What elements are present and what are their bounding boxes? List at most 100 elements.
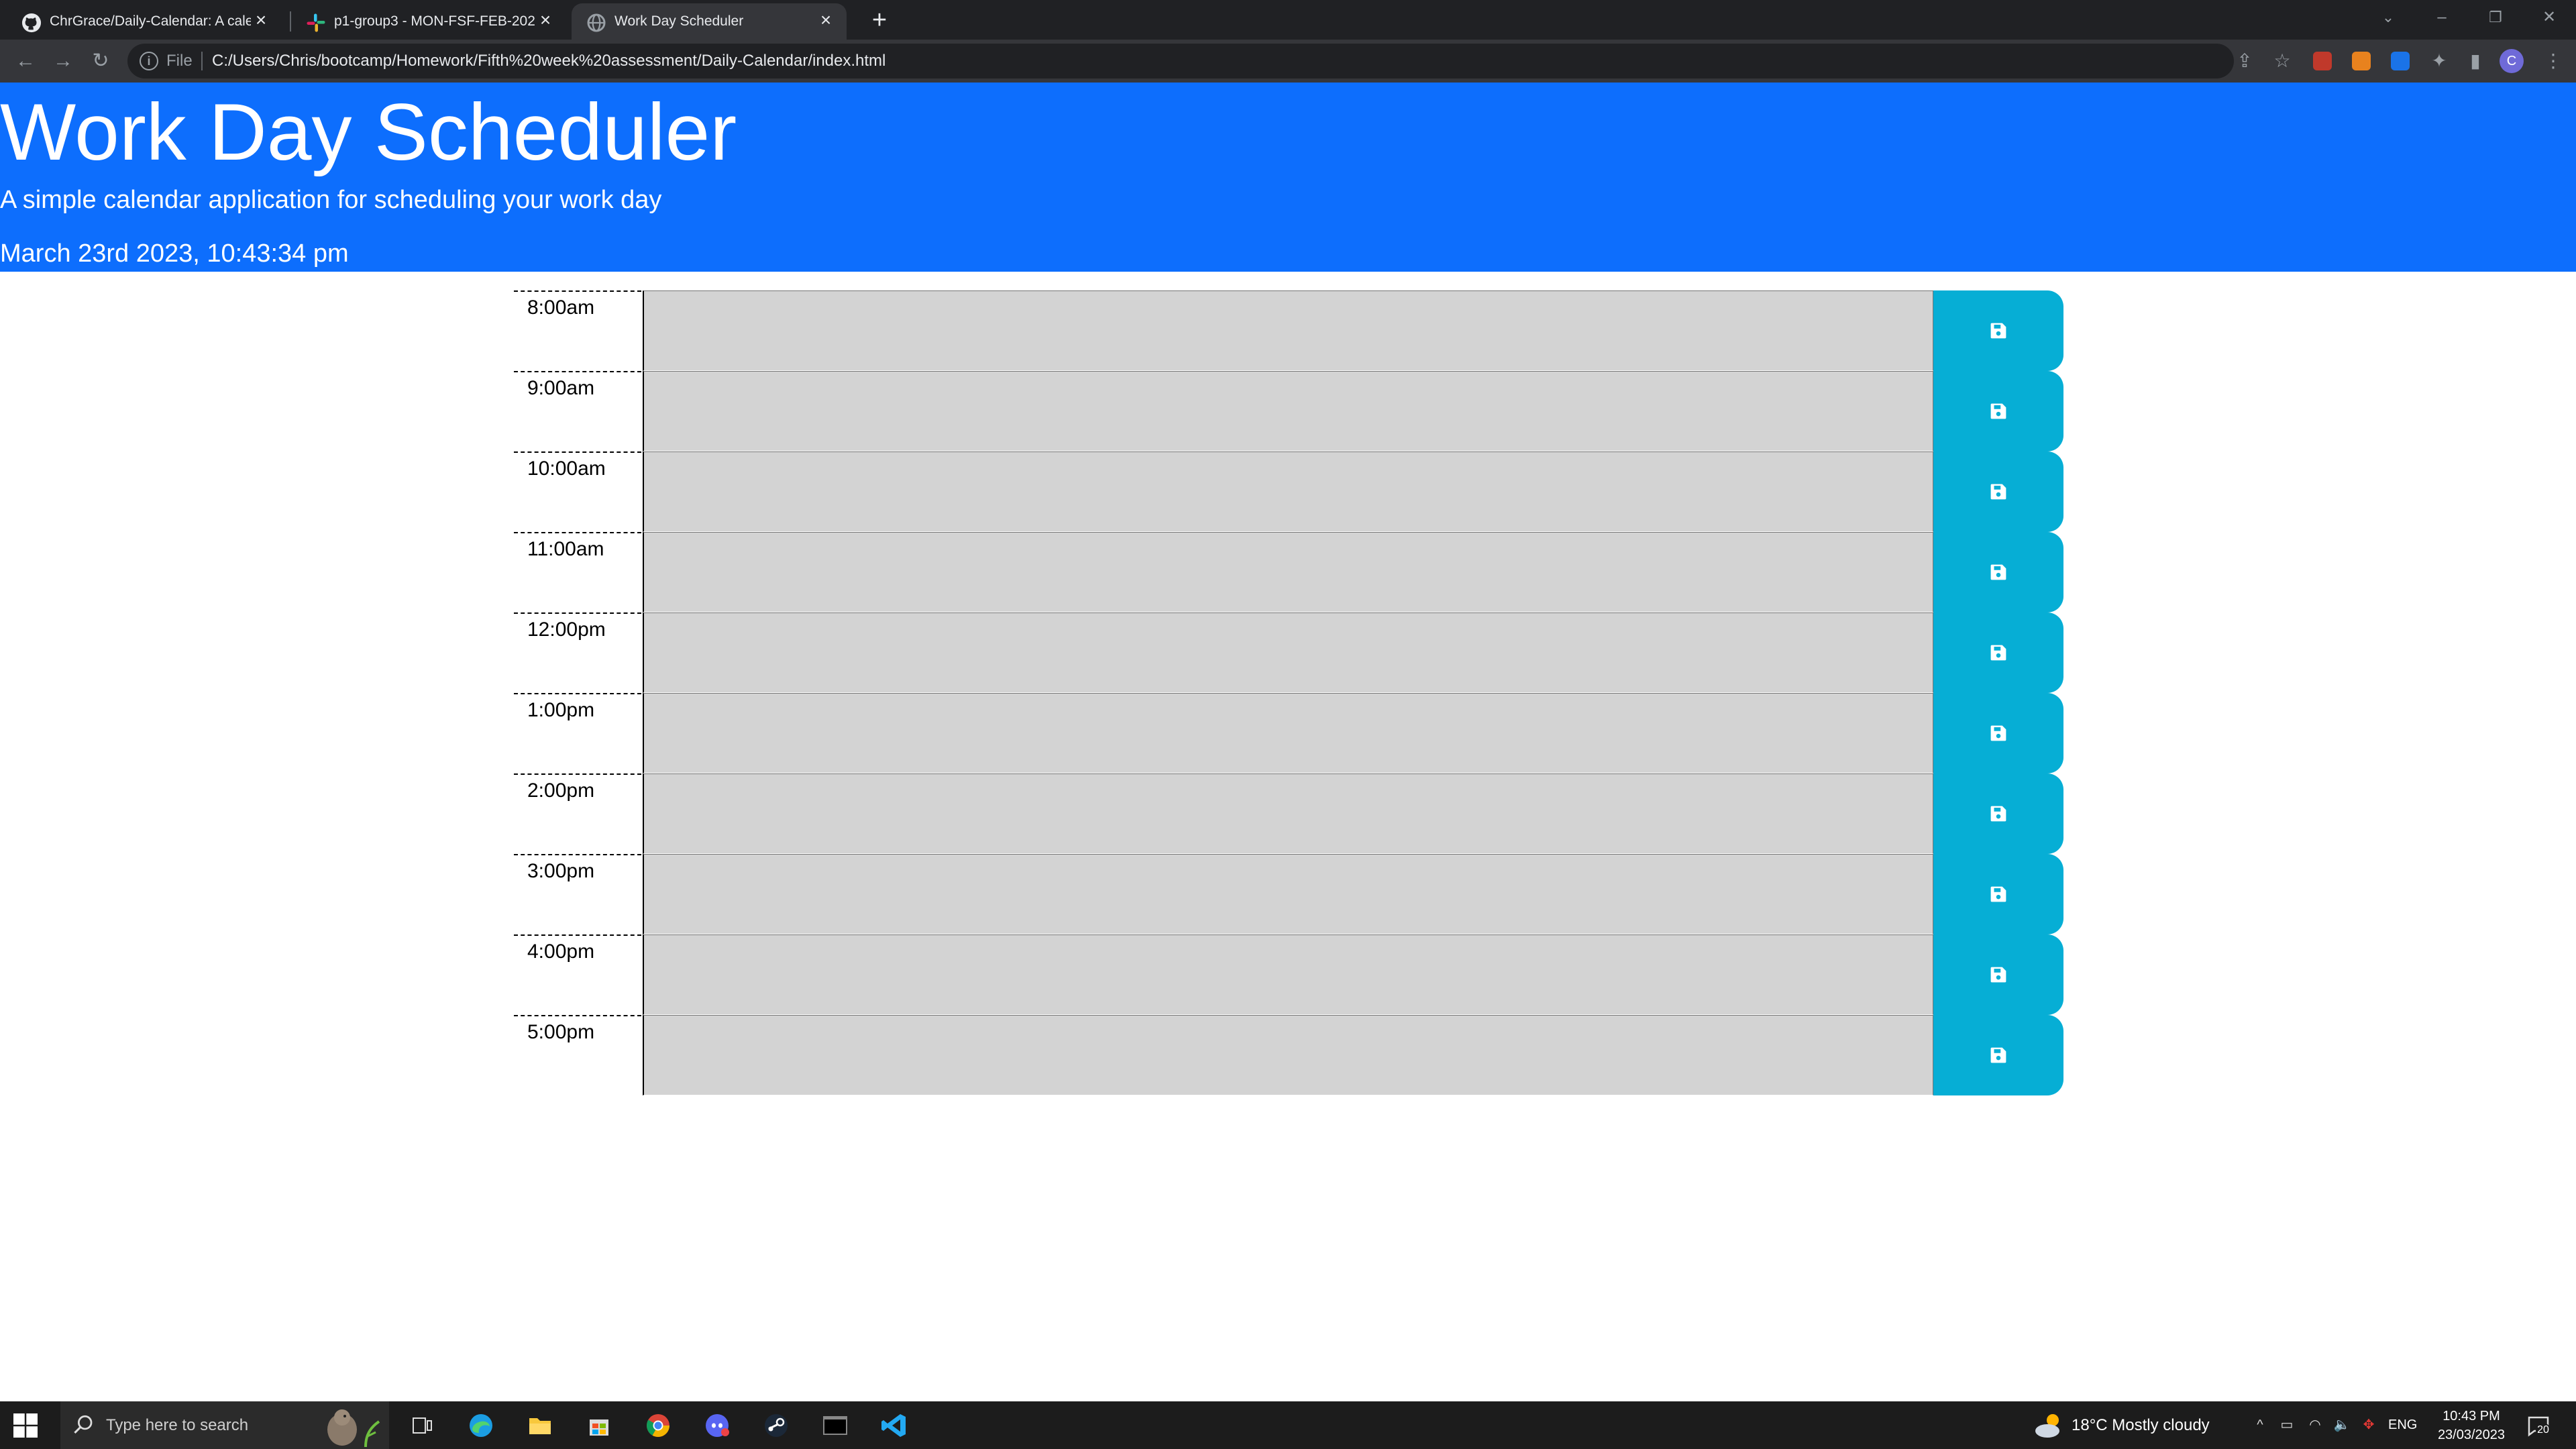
store-icon[interactable] — [582, 1409, 616, 1442]
language-indicator[interactable]: ENG — [2388, 1416, 2417, 1434]
save-icon — [1990, 1047, 2006, 1063]
hour-label: 3:00pm — [514, 854, 641, 934]
save-button[interactable] — [1933, 773, 2063, 854]
event-description-input[interactable] — [643, 371, 1933, 451]
hour-label: 10:00am — [514, 451, 641, 532]
hour-label: 2:00pm — [514, 773, 641, 854]
minimize-button[interactable]: – — [2422, 0, 2462, 40]
notification-center-button[interactable]: 20 — [2526, 1413, 2551, 1438]
address-divider — [201, 52, 203, 70]
share-icon[interactable]: ⇪ — [2234, 50, 2255, 72]
volume-icon[interactable]: 🔈 — [2333, 1416, 2351, 1434]
hour-label: 12:00pm — [514, 612, 641, 693]
extensions-puzzle-icon[interactable]: ✦ — [2428, 50, 2450, 72]
save-button[interactable] — [1933, 290, 2063, 371]
time-block-12: 12:00pm — [514, 612, 2063, 693]
tab-search-icon[interactable]: ⌄ — [2368, 0, 2408, 40]
tab-work-day-scheduler[interactable]: Work Day Scheduler × — [572, 3, 847, 40]
save-icon — [1990, 806, 2006, 822]
network-icon[interactable]: ◠ — [2306, 1416, 2324, 1434]
menu-kebab-icon[interactable]: ⋮ — [2542, 50, 2564, 72]
save-button[interactable] — [1933, 451, 2063, 532]
site-info-icon[interactable]: i — [140, 52, 158, 70]
steam-icon[interactable] — [759, 1409, 793, 1442]
browser-tab-strip: ChrGrace/Daily-Calendar: A calendar × p1… — [0, 0, 2576, 40]
browser-toolbar: ← → ↻ i File C:/Users/Chris/bootcamp/Hom… — [0, 40, 2576, 83]
hour-label: 9:00am — [514, 371, 641, 451]
hour-label: 4:00pm — [514, 934, 641, 1015]
page-title: Work Day Scheduler — [0, 87, 737, 177]
taskbar-search[interactable]: Type here to search — [60, 1401, 389, 1449]
extension-cake-icon[interactable] — [2313, 52, 2332, 70]
system-clock[interactable]: 10:43 PM 23/03/2023 — [2432, 1407, 2510, 1444]
event-description-input[interactable] — [643, 934, 1933, 1015]
event-description-input[interactable] — [643, 693, 1933, 773]
vscode-icon[interactable] — [877, 1409, 911, 1442]
profile-avatar[interactable]: C — [2500, 49, 2524, 73]
save-button[interactable] — [1933, 612, 2063, 693]
github-icon — [21, 13, 42, 33]
event-description-input[interactable] — [643, 290, 1933, 371]
event-description-input[interactable] — [643, 612, 1933, 693]
battery-icon[interactable]: ▭ — [2278, 1416, 2296, 1434]
save-button[interactable] — [1933, 934, 2063, 1015]
page-lead: A simple calendar application for schedu… — [0, 186, 662, 214]
restore-button[interactable]: ❐ — [2475, 0, 2516, 40]
event-description-input[interactable] — [643, 532, 1933, 612]
search-icon — [74, 1415, 93, 1434]
chrome-icon[interactable] — [641, 1409, 675, 1442]
close-tab-icon[interactable]: × — [816, 10, 836, 30]
current-day: March 23rd 2023, 10:43:34 pm — [0, 239, 349, 268]
event-description-input[interactable] — [643, 854, 1933, 934]
search-highlight-illustration-icon — [327, 1409, 380, 1448]
hour-label: 8:00am — [514, 290, 641, 371]
tab-slack[interactable]: p1-group3 - MON-FSF-FEB-2023 × — [291, 3, 566, 40]
time-block-9: 9:00am — [514, 371, 2063, 451]
metamask-icon[interactable] — [2352, 52, 2371, 70]
hour-label: 5:00pm — [514, 1015, 641, 1095]
event-description-input[interactable] — [643, 1015, 1933, 1095]
address-url[interactable]: C:/Users/Chris/bootcamp/Homework/Fifth%2… — [212, 52, 885, 70]
time-block-10: 10:00am — [514, 451, 2063, 532]
time-block-11: 11:00am — [514, 532, 2063, 612]
tab-github[interactable]: ChrGrace/Daily-Calendar: A calendar × — [7, 3, 282, 40]
event-description-input[interactable] — [643, 451, 1933, 532]
event-description-input[interactable] — [643, 773, 1933, 854]
save-icon — [1990, 967, 2006, 983]
save-icon — [1990, 886, 2006, 902]
close-tab-icon[interactable]: × — [251, 10, 271, 30]
time-block-16: 4:00pm — [514, 934, 2063, 1015]
save-icon — [1990, 725, 2006, 741]
address-bar[interactable]: i File C:/Users/Chris/bootcamp/Homework/… — [127, 44, 2291, 78]
discord-icon[interactable] — [700, 1409, 734, 1442]
weather-text: 18°C Mostly cloudy — [2072, 1416, 2210, 1434]
reload-icon[interactable]: ↻ — [87, 48, 114, 74]
save-button[interactable] — [1933, 854, 2063, 934]
clock-date: 23/03/2023 — [2437, 1428, 2506, 1442]
extension-shield-icon[interactable] — [2391, 52, 2410, 70]
save-button[interactable] — [1933, 1015, 2063, 1095]
dropbox-icon[interactable]: ✥ — [2360, 1416, 2377, 1434]
tab-title: p1-group3 - MON-FSF-FEB-2023 — [334, 13, 535, 29]
bookmark-star-icon[interactable]: ☆ — [2271, 50, 2293, 72]
save-icon — [1990, 645, 2006, 661]
new-tab-button[interactable]: + — [866, 7, 893, 34]
time-block-17: 5:00pm — [514, 1015, 2063, 1095]
windows-start-icon[interactable] — [13, 1413, 38, 1438]
close-window-button[interactable]: ✕ — [2529, 0, 2569, 40]
time-block-14: 2:00pm — [514, 773, 2063, 854]
side-panel-icon[interactable]: ▮ — [2465, 50, 2486, 72]
save-button[interactable] — [1933, 371, 2063, 451]
time-block-13: 1:00pm — [514, 693, 2063, 773]
task-view-icon[interactable] — [405, 1409, 439, 1442]
scheme-label: File — [166, 52, 193, 70]
save-button[interactable] — [1933, 532, 2063, 612]
show-hidden-icons-icon[interactable]: ^ — [2251, 1416, 2269, 1434]
back-icon[interactable]: ← — [12, 48, 39, 74]
save-button[interactable] — [1933, 693, 2063, 773]
forward-icon[interactable]: → — [50, 48, 76, 74]
terminal-icon[interactable] — [818, 1409, 852, 1442]
edge-icon[interactable] — [464, 1409, 498, 1442]
file-explorer-icon[interactable] — [523, 1409, 557, 1442]
close-tab-icon[interactable]: × — [535, 10, 555, 30]
